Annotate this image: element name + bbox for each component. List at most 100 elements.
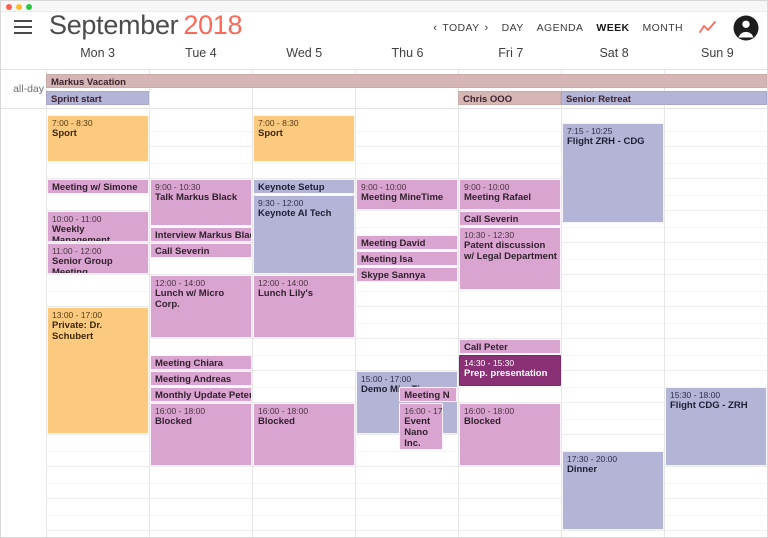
event-time: 7:00 - 8:30 (52, 118, 93, 128)
app-header: September 2018 ‹ TODAY › DAY AGENDA WEEK … (1, 10, 767, 44)
calendar-event[interactable]: 16:00 - 17: Event Nano Inc. (399, 403, 443, 450)
calendar-event[interactable]: 9:00 - 10:30 Talk Markus Black (150, 179, 252, 226)
today-navigation: ‹ TODAY › (433, 22, 488, 34)
prev-week-icon[interactable]: ‹ (433, 22, 437, 34)
day-header-sat[interactable]: Sat 8 (562, 42, 665, 68)
calendar-event[interactable]: Monthly Update Peter (150, 387, 252, 402)
event-title: Flight ZRH - CDG (567, 136, 645, 148)
view-tab-agenda[interactable]: AGENDA (537, 22, 584, 34)
all-day-grid: Markus Vacation Sprint start Chris OOO Seni… (46, 70, 767, 108)
event-title: Monthly Update Peter (155, 390, 252, 401)
all-day-event[interactable]: Sprint start (46, 91, 149, 105)
title-year: 2018 (183, 10, 243, 40)
event-title: Meeting MineTime (361, 192, 444, 204)
calendar-event[interactable]: Call Peter (459, 339, 561, 354)
event-time: 17:30 - 20:00 (567, 454, 618, 464)
day-header-mon[interactable]: Mon 3 (46, 42, 149, 68)
event-title: Meeting N (404, 390, 450, 401)
calendar-event[interactable]: Skype Sannya (356, 267, 458, 282)
day-column[interactable] (355, 109, 458, 537)
event-title: Senior Group Meeting (52, 256, 113, 274)
calendar-event[interactable]: Meeting David (356, 235, 458, 250)
event-title: Private: Dr. Schubert (52, 320, 103, 343)
event-title: Patent discussion w/ Legal Department (464, 240, 557, 263)
calendar-event[interactable]: 10:00 - 11:00 Weekly Management (47, 211, 149, 242)
close-window-icon[interactable] (6, 3, 12, 10)
calendar-event[interactable]: Interview Markus Black (150, 227, 252, 242)
calendar-event[interactable]: 10:30 - 12:30 Patent discussion w/ Legal … (459, 227, 561, 290)
time-grid-scroll[interactable]: 7:008:009:0010:0011:0012:0013:0014:0015:… (1, 109, 767, 537)
event-time: 10:00 - 11:00 (52, 214, 102, 224)
time-gutter (1, 109, 46, 537)
calendar-event[interactable]: Meeting Isa (356, 251, 458, 266)
calendar-event[interactable]: 9:00 - 10:00 Meeting MineTime (356, 179, 458, 210)
event-title: Call Severin (155, 246, 210, 257)
all-day-event[interactable]: Senior Retreat (561, 91, 767, 105)
calendar-event[interactable]: 7:15 - 10:25 Flight ZRH - CDG (562, 123, 664, 224)
day-column[interactable] (664, 109, 767, 537)
event-title: Skype Sannya (361, 270, 426, 281)
calendar-event[interactable]: 11:00 - 12:00 Senior Group Meeting (47, 243, 149, 274)
title-month: September (49, 10, 179, 40)
event-time: 12:00 - 14:00 (258, 278, 309, 288)
calendar-event[interactable]: Meeting Andreas (150, 371, 252, 386)
event-title: Blocked (155, 416, 192, 428)
calendar-event[interactable]: 12:00 - 14:00 Lunch w/ Micro Corp. (150, 275, 252, 338)
view-tab-day[interactable]: DAY (502, 22, 524, 34)
calendar-event[interactable]: 16:00 - 18:00 Blocked (459, 403, 561, 466)
event-title: Blocked (258, 416, 295, 428)
today-button[interactable]: TODAY (442, 22, 479, 34)
maximize-window-icon[interactable] (26, 3, 32, 10)
chart-line-icon[interactable] (699, 21, 717, 35)
day-header-row: Mon 3 Tue 4 Wed 5 Thu 6 Fri 7 Sat 8 Sun … (1, 42, 767, 68)
calendar-event[interactable]: Call Severin (459, 211, 561, 226)
event-title: Dinner (567, 464, 598, 476)
calendar-event[interactable]: 9:30 - 12:00 Keynote AI Tech (253, 195, 355, 274)
event-time: 16:00 - 18:00 (258, 406, 309, 416)
calendar-event[interactable]: Meeting N (399, 387, 457, 402)
all-day-event[interactable]: Markus Vacation (46, 74, 767, 88)
calendar-event[interactable]: Meeting w/ Simone (47, 179, 149, 194)
minimize-window-icon[interactable] (16, 3, 22, 10)
day-header-sun[interactable]: Sun 9 (666, 42, 767, 68)
all-day-event[interactable]: Chris OOO (458, 91, 561, 105)
view-tab-month[interactable]: MONTH (643, 22, 684, 34)
event-title: Sport (258, 128, 283, 140)
calendar-event[interactable]: 16:00 - 18:00 Blocked (253, 403, 355, 466)
calendar-event[interactable]: 12:00 - 14:00 Lunch Lily's (253, 275, 355, 338)
event-time: 12:00 - 14:00 (155, 278, 206, 288)
day-header-thu[interactable]: Thu 6 (356, 42, 459, 68)
calendar-event[interactable]: 13:00 - 17:00 Private: Dr. Schubert (47, 307, 149, 434)
calendar-event[interactable]: 9:00 - 10:00 Meeting Rafael (459, 179, 561, 210)
day-header-wed[interactable]: Wed 5 (253, 42, 356, 68)
event-title: Event Nano Inc. (404, 416, 431, 450)
calendar-event[interactable]: 14:30 - 15:30 Prep. presentation (459, 355, 561, 386)
hamburger-menu-icon[interactable] (14, 20, 32, 35)
calendar-event[interactable]: 16:00 - 18:00 Blocked (150, 403, 252, 466)
calendar-event[interactable]: 17:30 - 20:00 Dinner (562, 451, 664, 530)
calendar-event[interactable]: 7:00 - 8:30 Sport (253, 115, 355, 162)
calendar-event[interactable]: 7:00 - 8:30 Sport (47, 115, 149, 162)
calendar-event[interactable]: 15:30 - 18:00 Flight CDG - ZRH (665, 387, 767, 466)
event-title: Meeting Chiara (155, 358, 224, 369)
day-header-tue[interactable]: Tue 4 (149, 42, 252, 68)
all-day-section: all-day Markus Vacation Sprint start Chris… (1, 69, 767, 109)
calendar-event[interactable]: Keynote Setup (253, 179, 355, 194)
view-tab-week[interactable]: WEEK (596, 22, 629, 34)
event-time: 13:00 - 17:00 (52, 310, 103, 320)
user-avatar-icon[interactable] (733, 15, 759, 41)
calendar-app: September 2018 ‹ TODAY › DAY AGENDA WEEK … (0, 0, 768, 538)
event-title: Talk Markus Black (155, 192, 238, 204)
event-title: Lunch Lily's (258, 288, 314, 300)
window-traffic-lights (6, 3, 32, 10)
calendar-event[interactable]: Call Severin (150, 243, 252, 258)
calendar-event[interactable]: Meeting Chiara (150, 355, 252, 370)
day-column[interactable] (458, 109, 561, 537)
event-time: 9:00 - 10:00 (361, 182, 407, 192)
event-title: Blocked (464, 416, 501, 428)
event-title: Meeting Isa (361, 254, 413, 265)
day-header-fri[interactable]: Fri 7 (459, 42, 562, 68)
next-week-icon[interactable]: › (485, 22, 489, 34)
event-title: Lunch w/ Micro Corp. (155, 288, 225, 311)
day-header-gutter (1, 42, 46, 68)
